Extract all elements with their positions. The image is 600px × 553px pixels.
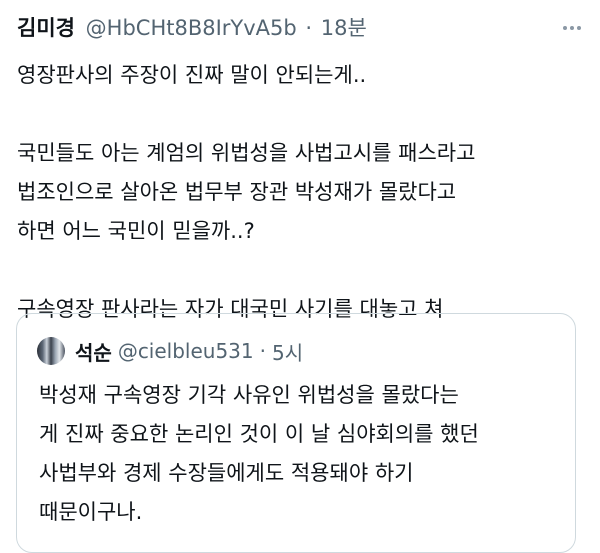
- separator-dot: ·: [259, 339, 266, 363]
- quoted-author-name: 석순: [75, 340, 112, 365]
- quoted-tweet[interactable]: 석순 @cielbleu531 · 5시 박성재 구속영장 기각 사유인 위법성…: [16, 313, 576, 553]
- quoted-line: 때문이구나.: [39, 500, 143, 524]
- tweet-header: 김미경 @HbCHt8B8IrYvA5b · 18분: [17, 14, 367, 42]
- author-name[interactable]: 김미경: [17, 16, 75, 40]
- author-handle[interactable]: @HbCHt8B8IrYvA5b: [86, 16, 297, 40]
- tweet-line: 법조인으로 살아온 법무부 장관 박성재가 몰랐다고: [17, 180, 457, 204]
- quoted-time: 5시: [272, 340, 304, 365]
- quoted-line: 사법부와 경제 수장들에게도 적용돼야 하기: [39, 461, 414, 485]
- quoted-line: 게 진짜 중요한 논리인 것이 이 날 심야회의를 했던: [39, 422, 479, 446]
- quoted-author-handle: @cielbleu531: [117, 339, 254, 363]
- tweet-line: 하면 어느 국민이 믿을까..?: [17, 219, 255, 243]
- avatar-icon[interactable]: [37, 337, 65, 365]
- tweet-time[interactable]: 18분: [321, 16, 367, 40]
- quoted-line: 박성재 구속영장 기각 사유인 위법성을 몰랐다는: [39, 383, 459, 407]
- quoted-text: 박성재 구속영장 기각 사유인 위법성을 몰랐다는 게 진짜 중요한 논리인 것…: [39, 376, 569, 532]
- tweet: 김미경 @HbCHt8B8IrYvA5b · 18분 영장판사의 주장이 진짜 …: [0, 0, 600, 553]
- tweet-line: 국민들도 아는 계엄의 위법성을 사법고시를 패스라고: [17, 141, 476, 165]
- separator-dot: ·: [305, 16, 313, 40]
- more-dots-icon[interactable]: [560, 16, 584, 40]
- quoted-header: 석순 @cielbleu531 · 5시: [37, 336, 303, 366]
- tweet-text: 영장판사의 주장이 진짜 말이 안되는게.. 국민들도 아는 계엄의 위법성을 …: [17, 56, 587, 329]
- tweet-line: 영장판사의 주장이 진짜 말이 안되는게..: [17, 63, 367, 87]
